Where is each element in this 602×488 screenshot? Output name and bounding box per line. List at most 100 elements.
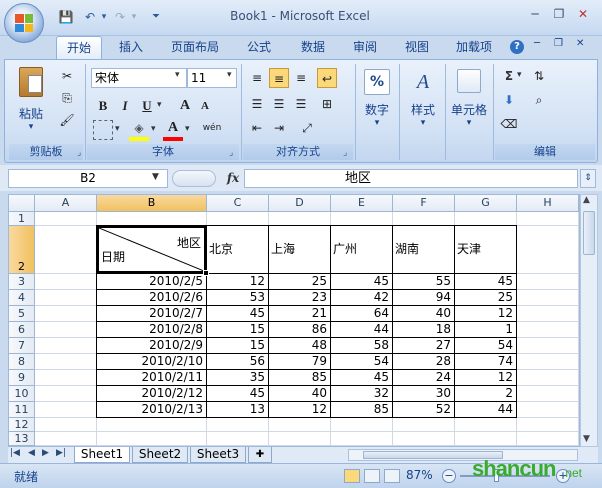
value-cell[interactable]: 21 (269, 306, 330, 321)
row-header-3[interactable]: 3 (9, 274, 35, 290)
sheet-tab-sheet2[interactable]: Sheet2 (132, 447, 188, 463)
column-header-a[interactable]: A (35, 195, 97, 212)
format-painter-icon[interactable]: 🖌 (57, 110, 77, 130)
align-right-icon[interactable]: ☰ (291, 94, 311, 114)
date-cell[interactable]: 2010/2/10 (97, 354, 206, 369)
sheet-tab-sheet1[interactable]: Sheet1 (74, 447, 130, 463)
align-top-icon[interactable]: ≡ (247, 68, 267, 88)
scroll-down-icon[interactable]: ▼ (583, 434, 590, 444)
ribbon-close-icon[interactable]: ✕ (576, 38, 584, 49)
date-cell[interactable]: 2010/2/7 (97, 306, 206, 321)
value-cell[interactable]: 35 (207, 370, 268, 385)
value-cell[interactable]: 1 (455, 322, 516, 337)
row-header-8[interactable]: 8 (9, 354, 35, 370)
value-cell[interactable]: 24 (393, 370, 454, 385)
align-left-icon[interactable]: ☰ (247, 94, 267, 114)
row-header-4[interactable]: 4 (9, 290, 35, 306)
value-cell[interactable]: 79 (269, 354, 330, 369)
value-cell[interactable]: 58 (331, 338, 392, 353)
expand-formula-bar-icon[interactable]: ⇕ (580, 169, 596, 188)
font-name-box[interactable]: 宋体 (91, 68, 187, 88)
formula-input[interactable]: 地区 (244, 169, 578, 188)
office-button[interactable] (4, 3, 44, 43)
help-icon[interactable]: ? (510, 40, 524, 54)
column-header-f[interactable]: F (393, 195, 455, 212)
fill-color-dropdown-icon[interactable]: ▾ (151, 124, 156, 134)
tab-formulas[interactable]: 公式 (236, 36, 282, 60)
last-sheet-icon[interactable]: ▶| (56, 448, 66, 458)
value-cell[interactable]: 74 (455, 354, 516, 369)
sort-filter-icon[interactable]: ⇅ (529, 66, 549, 86)
sheet-tab-sheet3[interactable]: Sheet3 (190, 447, 246, 463)
insert-function-button[interactable]: fx (222, 169, 244, 188)
row-header-9[interactable]: 9 (9, 370, 35, 386)
tab-insert[interactable]: 插入 (108, 36, 154, 60)
city-header-cell[interactable]: 天津 (457, 242, 515, 258)
value-cell[interactable]: 45 (331, 274, 392, 289)
row-header-6[interactable]: 6 (9, 322, 35, 338)
tab-home[interactable]: 开始 (56, 36, 102, 60)
value-cell[interactable]: 54 (331, 354, 392, 369)
value-cell[interactable]: 30 (393, 386, 454, 401)
value-cell[interactable]: 45 (207, 386, 268, 401)
paste-dropdown-icon[interactable]: ▾ (12, 122, 50, 132)
column-header-b[interactable]: B (97, 195, 207, 212)
value-cell[interactable]: 12 (455, 370, 516, 385)
value-cell[interactable]: 18 (393, 322, 454, 337)
close-icon[interactable]: ✕ (572, 6, 594, 22)
formula-bar-handle[interactable] (172, 170, 216, 187)
font-launcher-icon[interactable]: ⌟ (229, 148, 239, 158)
cells-button[interactable]: 单元格 ▾ (449, 64, 489, 140)
font-color-dropdown-icon[interactable]: ▾ (185, 124, 190, 134)
borders-dropdown-icon[interactable]: ▾ (115, 124, 120, 134)
row-header-5[interactable]: 5 (9, 306, 35, 322)
row-header-13[interactable]: 13 (9, 432, 35, 446)
value-cell[interactable]: 28 (393, 354, 454, 369)
name-box-dropdown-icon[interactable]: ▼ (152, 172, 159, 182)
value-cell[interactable]: 56 (207, 354, 268, 369)
phonetic-icon[interactable]: wén (199, 118, 225, 138)
value-cell[interactable]: 40 (269, 386, 330, 401)
fill-icon[interactable]: ⬇ (499, 90, 519, 110)
decrease-indent-icon[interactable]: ⇤ (247, 118, 267, 138)
value-cell[interactable]: 12 (207, 274, 268, 289)
value-cell[interactable]: 44 (455, 402, 516, 417)
font-name-dropdown-icon[interactable]: ▾ (175, 70, 180, 80)
cut-icon[interactable]: ✂ (57, 66, 77, 86)
tab-page-layout[interactable]: 页面布局 (162, 36, 228, 60)
select-all-corner[interactable] (9, 195, 35, 212)
city-header-cell[interactable]: 上海 (271, 242, 329, 258)
clear-icon[interactable]: ⌫ (499, 114, 519, 134)
value-cell[interactable]: 86 (269, 322, 330, 337)
date-cell[interactable]: 2010/2/8 (97, 322, 206, 337)
value-cell[interactable]: 45 (207, 306, 268, 321)
orientation-icon[interactable]: ⤢ (297, 118, 317, 138)
date-cell[interactable]: 2010/2/5 (97, 274, 206, 289)
increase-indent-icon[interactable]: ⇥ (269, 118, 289, 138)
value-cell[interactable]: 25 (269, 274, 330, 289)
merge-center-icon[interactable]: ⊞ (317, 94, 337, 114)
value-cell[interactable]: 85 (269, 370, 330, 385)
row-header-2[interactable]: 2 (9, 226, 35, 274)
value-cell[interactable]: 64 (331, 306, 392, 321)
prev-sheet-icon[interactable]: ◀ (28, 448, 35, 458)
value-cell[interactable]: 27 (393, 338, 454, 353)
italic-button[interactable]: I (115, 96, 135, 116)
tab-data[interactable]: 数据 (290, 36, 336, 60)
value-cell[interactable]: 54 (455, 338, 516, 353)
minimize-icon[interactable]: ─ (524, 6, 546, 22)
page-break-view-icon[interactable] (384, 469, 400, 483)
value-cell[interactable]: 45 (331, 370, 392, 385)
find-select-icon[interactable]: ⌕ (529, 90, 549, 110)
align-bottom-icon[interactable]: ≡ (291, 68, 311, 88)
value-cell[interactable]: 15 (207, 322, 268, 337)
value-cell[interactable]: 52 (393, 402, 454, 417)
value-cell[interactable]: 55 (393, 274, 454, 289)
city-header-cell[interactable]: 湖南 (395, 242, 453, 258)
align-middle-icon[interactable]: ≡ (269, 68, 289, 88)
column-header-d[interactable]: D (269, 195, 331, 212)
insert-sheet-icon[interactable]: ✚ (248, 447, 272, 463)
align-center-icon[interactable]: ☰ (269, 94, 289, 114)
wrap-text-icon[interactable]: ↩ (317, 68, 337, 88)
value-cell[interactable]: 53 (207, 290, 268, 305)
